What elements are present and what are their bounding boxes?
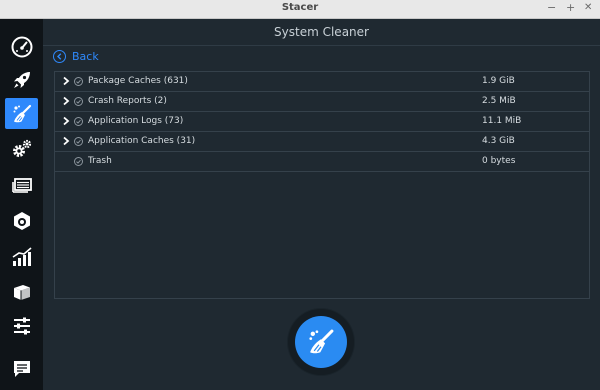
broom-icon (13, 104, 31, 122)
page-title: System Cleaner (274, 25, 369, 39)
feedback-icon (13, 360, 30, 377)
tree-row-trash[interactable]: Trash 0 bytes (55, 152, 589, 172)
row-size: 11.1 MiB (482, 116, 522, 126)
row-size: 0 bytes (482, 156, 516, 166)
row-checkbox[interactable] (74, 137, 83, 146)
row-checkbox[interactable] (74, 117, 83, 126)
settings-sliders-icon (13, 317, 30, 334)
row-size: 2.5 MiB (482, 96, 516, 106)
back-label: Back (72, 50, 99, 63)
row-label: Application Logs (73) (88, 116, 184, 126)
row-checkbox[interactable] (74, 97, 83, 106)
row-checkbox[interactable] (74, 77, 83, 86)
package-icon (13, 284, 30, 300)
main-panel: System Cleaner Back Package Caches (631)… (43, 19, 600, 390)
tree-row-package-caches[interactable]: Package Caches (631) 1.9 GiB (55, 72, 589, 92)
chevron-right-icon[interactable] (61, 116, 71, 126)
clean-button[interactable] (288, 309, 354, 375)
gears-icon (12, 139, 31, 157)
sidebar-item-startup[interactable] (5, 64, 38, 95)
sidebar-item-feedback[interactable] (5, 353, 38, 384)
row-size: 4.3 GiB (482, 136, 515, 146)
window-titlebar: Stacer − + ✕ (0, 0, 600, 19)
sidebar-item-uninstaller[interactable] (5, 205, 38, 236)
tree-row-application-logs[interactable]: Application Logs (73) 11.1 MiB (55, 112, 589, 132)
sidebar-item-system-cleaner[interactable] (5, 98, 38, 129)
row-checkbox[interactable] (74, 157, 83, 166)
speedometer-icon (11, 36, 32, 57)
broom-icon (309, 329, 334, 354)
rocket-icon (13, 71, 30, 88)
sidebar-item-dashboard[interactable] (5, 31, 38, 62)
row-size: 1.9 GiB (482, 76, 515, 86)
row-label: Trash (88, 156, 112, 166)
sidebar-item-settings[interactable] (5, 310, 38, 341)
sidebar-item-packages[interactable] (5, 276, 38, 307)
sidebar-item-processes[interactable] (5, 169, 38, 200)
chevron-right-icon[interactable] (61, 76, 71, 86)
sidebar (0, 19, 43, 390)
sidebar-item-services[interactable] (5, 133, 38, 164)
maximize-button[interactable]: + (566, 2, 575, 14)
chevron-right-icon[interactable] (61, 136, 71, 146)
processes-icon (11, 177, 32, 193)
row-label: Application Caches (31) (88, 136, 196, 146)
tree-row-crash-reports[interactable]: Crash Reports (2) 2.5 MiB (55, 92, 589, 112)
back-arrow-icon (53, 50, 66, 63)
back-button[interactable]: Back (53, 50, 99, 63)
row-label: Package Caches (631) (88, 76, 188, 86)
uninstaller-icon (13, 211, 30, 230)
minimize-button[interactable]: − (547, 2, 556, 14)
window-title: Stacer (281, 2, 319, 13)
row-label: Crash Reports (2) (88, 96, 167, 106)
close-button[interactable]: ✕ (584, 2, 592, 14)
tree-row-application-caches[interactable]: Application Caches (31) 4.3 GiB (55, 132, 589, 152)
resources-icon (12, 246, 32, 266)
chevron-right-icon[interactable] (61, 96, 71, 106)
clean-button-face (295, 316, 347, 368)
header-divider (43, 45, 600, 46)
sidebar-item-resources[interactable] (5, 241, 38, 272)
cleaner-tree: Package Caches (631) 1.9 GiB Crash Repor… (54, 71, 590, 299)
